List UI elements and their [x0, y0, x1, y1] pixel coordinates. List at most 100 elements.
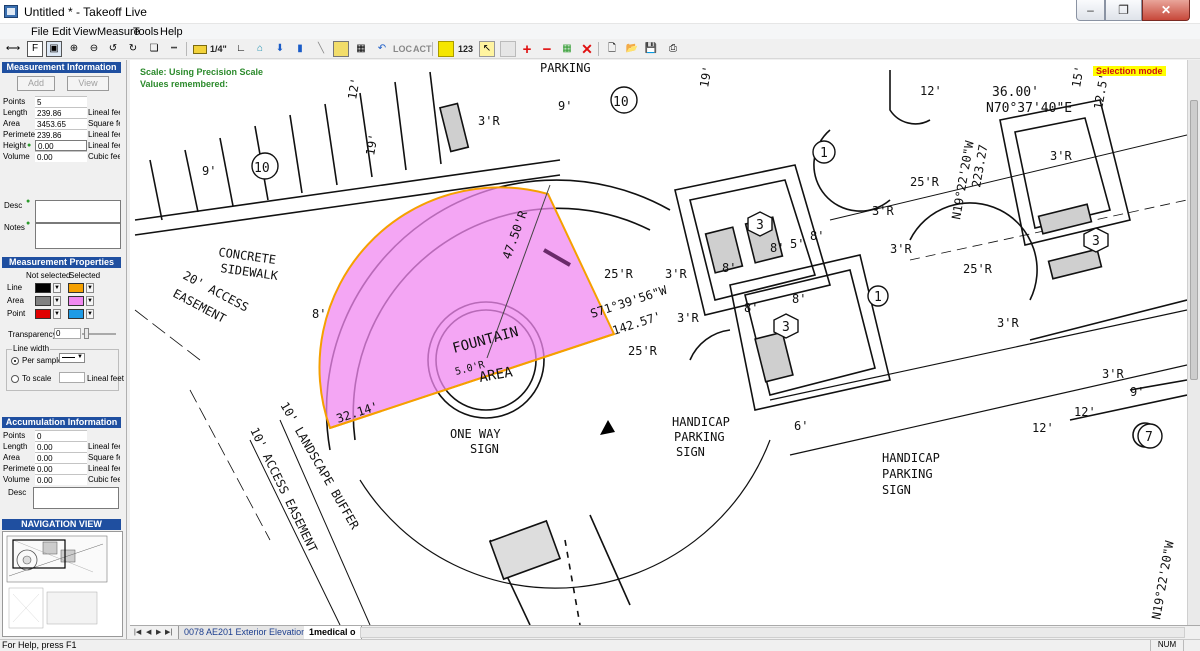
- save-icon[interactable]: 💾: [643, 41, 659, 57]
- print-icon[interactable]: ⎙: [665, 41, 681, 57]
- menu-help[interactable]: Help: [160, 26, 183, 38]
- close-button[interactable]: ✕: [1142, 0, 1190, 21]
- site-plan-drawing[interactable]: PARKING FOUNTAIN AREA ONE WAY SIGN CONCR…: [130, 60, 1187, 625]
- insert-point-icon[interactable]: ▦: [559, 41, 575, 57]
- point-color-selected[interactable]: [68, 309, 84, 319]
- menu-file[interactable]: File: [31, 26, 49, 38]
- notes-input[interactable]: [35, 223, 121, 249]
- dim-8-6: 8': [792, 292, 806, 306]
- label-handicap-2: HANDICAP: [882, 451, 940, 465]
- dim-9-3: 9': [1130, 385, 1144, 399]
- line-color-selected[interactable]: [68, 283, 84, 293]
- add-button[interactable]: Add: [17, 76, 55, 91]
- add-point-icon[interactable]: +: [519, 41, 535, 57]
- rotate-left-icon[interactable]: ↺: [105, 41, 121, 57]
- menu-view[interactable]: View: [73, 26, 97, 38]
- accum-desc-input[interactable]: [33, 487, 119, 509]
- calculator-icon[interactable]: ▦: [353, 41, 369, 57]
- count-button[interactable]: 123: [458, 41, 473, 57]
- volume-icon[interactable]: ▮: [292, 41, 308, 57]
- first-sheet-icon[interactable]: |◀: [134, 628, 141, 636]
- blank-tool-icon[interactable]: [500, 41, 516, 57]
- count-marker-icon[interactable]: [438, 41, 454, 57]
- transparency-slider-thumb[interactable]: [84, 328, 89, 339]
- prev-sheet-icon[interactable]: ◀: [146, 628, 151, 636]
- to-scale-input[interactable]: [59, 372, 85, 383]
- horizontal-scrollbar[interactable]: [360, 627, 1185, 638]
- delete-icon[interactable]: ✕: [579, 41, 595, 57]
- drawing-canvas[interactable]: PARKING FOUNTAIN AREA ONE WAY SIGN CONCR…: [130, 60, 1187, 625]
- sheet-tab-exterior-elevation[interactable]: 0078 AE201 Exterior Elevation: [178, 626, 313, 639]
- open-folder-icon[interactable]: 📂: [624, 41, 640, 57]
- chevron-down-icon[interactable]: ▼: [53, 309, 61, 319]
- area-color-not-selected[interactable]: [35, 296, 51, 306]
- diagonal-line-icon[interactable]: ╲: [313, 41, 329, 57]
- arrow-down-icon[interactable]: ⬇: [272, 41, 288, 57]
- point-color-row: Point ▼ ▼: [7, 309, 94, 319]
- new-file-icon[interactable]: 🗋: [604, 41, 620, 57]
- accum-row-volume: Volume 0.00 Cubic feet: [3, 474, 120, 485]
- next-sheet-icon[interactable]: ▶: [156, 628, 161, 636]
- notes-icon[interactable]: [333, 41, 349, 57]
- selected-area-measurement[interactable]: [318, 186, 616, 430]
- toolbar: ⟷ F ▣ ⊕ ⊖ ↺ ↻ ❏ ┅ 1/4" ∟ ⌂ ⬇ ▮ ╲ ▦ ↶ LOC…: [0, 39, 1200, 59]
- last-sheet-icon[interactable]: ▶|: [165, 628, 172, 636]
- chevron-down-icon[interactable]: ▼: [86, 309, 94, 319]
- remove-point-icon[interactable]: −: [539, 41, 555, 57]
- to-scale-radio[interactable]: [11, 375, 19, 383]
- act-button[interactable]: ACT: [413, 41, 432, 57]
- vertical-scrollbar-thumb[interactable]: [1190, 100, 1198, 380]
- dim-3r-2: 3'R: [677, 311, 699, 325]
- menu-edit[interactable]: Edit: [52, 26, 71, 38]
- line-measure-icon[interactable]: ∟: [233, 41, 249, 57]
- dashed-line-icon[interactable]: ┅: [166, 41, 182, 57]
- scale-label[interactable]: 1/4": [210, 41, 227, 57]
- to-scale-unit: Lineal feet: [87, 374, 124, 383]
- area-color-selected[interactable]: [68, 296, 84, 306]
- accum-row-length: Length 0.00 Lineal feet: [3, 441, 120, 452]
- minimize-button[interactable]: –: [1076, 0, 1105, 21]
- chevron-down-icon[interactable]: ▼: [53, 296, 61, 306]
- ruler-icon[interactable]: [193, 45, 207, 54]
- line-width-select[interactable]: ▼: [59, 353, 85, 363]
- sheet-tab-medical[interactable]: 1medical o: [304, 626, 362, 639]
- dim-8-3: 8': [770, 241, 784, 255]
- label-handicap-1: HANDICAP: [672, 415, 730, 429]
- marker-1-top-label: 1: [820, 146, 828, 161]
- select-arrow-icon[interactable]: ↖: [479, 41, 495, 57]
- zoom-window-icon[interactable]: ▣: [46, 41, 62, 57]
- rotate-right-icon[interactable]: ↻: [125, 41, 141, 57]
- transparency-input[interactable]: 0: [54, 328, 81, 339]
- window-title: Untitled * - Takeoff Live: [24, 5, 147, 19]
- line-color-not-selected[interactable]: [35, 283, 51, 293]
- dim-125: 12.5': [1091, 73, 1111, 111]
- chevron-down-icon[interactable]: ▼: [86, 283, 94, 293]
- height-input[interactable]: 0.00: [35, 140, 87, 151]
- label-one-way: ONE WAY: [450, 427, 501, 441]
- desc-input[interactable]: [35, 200, 121, 223]
- point-color-not-selected[interactable]: [35, 309, 51, 319]
- help-hint-text: For Help, press F1: [2, 640, 77, 650]
- zoom-extents-icon[interactable]: ⟷: [5, 41, 21, 57]
- selected-label: Selected: [69, 271, 101, 280]
- page-icon[interactable]: ❏: [146, 41, 162, 57]
- zoom-in-icon[interactable]: ⊕: [66, 41, 82, 57]
- zoom-out-icon[interactable]: ⊖: [86, 41, 102, 57]
- loc-button[interactable]: LOC: [393, 41, 412, 57]
- vertical-scrollbar[interactable]: [1187, 60, 1200, 625]
- menu-tools[interactable]: Tools: [133, 26, 159, 38]
- chevron-down-icon[interactable]: ▼: [53, 283, 61, 293]
- marker-3-label-1: 3: [756, 218, 764, 233]
- view-button[interactable]: View: [67, 76, 109, 91]
- dim-25r-2: 25'R: [628, 344, 658, 358]
- dim-9-1: 9': [202, 164, 216, 178]
- fit-page-icon[interactable]: F: [27, 41, 43, 57]
- area-measure-icon[interactable]: ⌂: [252, 41, 268, 57]
- info-row-perimeter: Perimeter 239.86 Lineal feet: [3, 129, 120, 140]
- undo-curve-icon[interactable]: ↶: [374, 41, 390, 57]
- navigation-view-header: NAVIGATION VIEW: [2, 519, 121, 530]
- per-sample-radio[interactable]: [11, 357, 19, 365]
- chevron-down-icon[interactable]: ▼: [86, 296, 94, 306]
- maximize-button[interactable]: ❐: [1105, 0, 1142, 21]
- navigation-view[interactable]: [2, 531, 123, 637]
